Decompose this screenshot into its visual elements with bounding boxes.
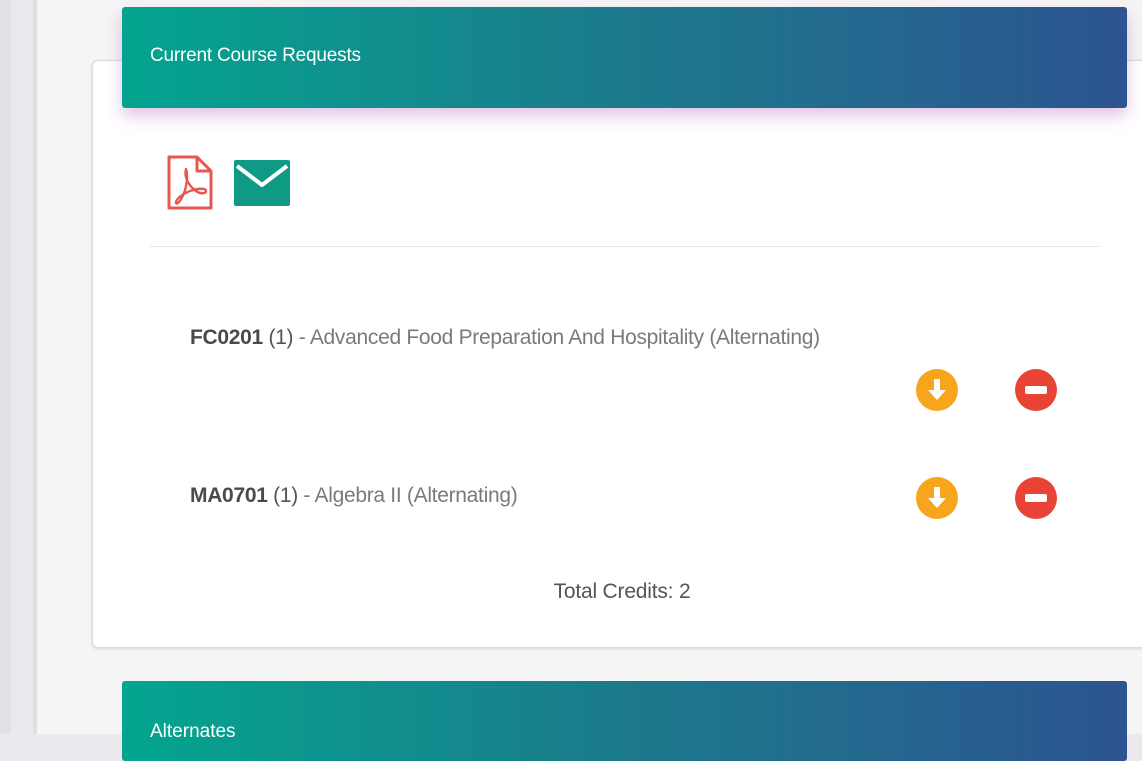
minus-circle-icon (1015, 477, 1057, 519)
toolbar-divider (150, 246, 1100, 247)
course-requests-card (92, 60, 1142, 648)
move-down-button[interactable] (916, 369, 958, 411)
arrow-down-icon (916, 369, 958, 411)
arrow-down-icon (916, 477, 958, 519)
pdf-icon[interactable] (166, 155, 213, 210)
move-down-button[interactable] (916, 477, 958, 519)
email-icon[interactable] (234, 160, 290, 206)
total-credits: Total Credits: 2 (553, 580, 691, 603)
alternates-header: Alternates (122, 681, 1127, 761)
course-name: - Algebra II (Alternating) (297, 484, 518, 507)
left-edge-bar (0, 0, 11, 734)
remove-course-button[interactable] (1015, 369, 1057, 411)
course-credits: (1) (273, 484, 298, 507)
course-row-fc0201: FC0201 (1) - Advanced Food Preparation A… (190, 326, 820, 350)
remove-course-button[interactable] (1015, 477, 1057, 519)
course-code: MA0701 (190, 484, 268, 507)
minus-circle-icon (1015, 369, 1057, 411)
course-code: FC0201 (190, 326, 263, 349)
course-row-ma0701: MA0701 (1) - Algebra II (Alternating) (190, 484, 518, 508)
alternates-title: Alternates (150, 721, 236, 742)
course-requests-title: Current Course Requests (150, 45, 361, 66)
course-requests-header: Current Course Requests (122, 7, 1127, 108)
course-credits: (1) (268, 326, 294, 349)
course-name: - Advanced Food Preparation And Hospital… (293, 326, 820, 349)
